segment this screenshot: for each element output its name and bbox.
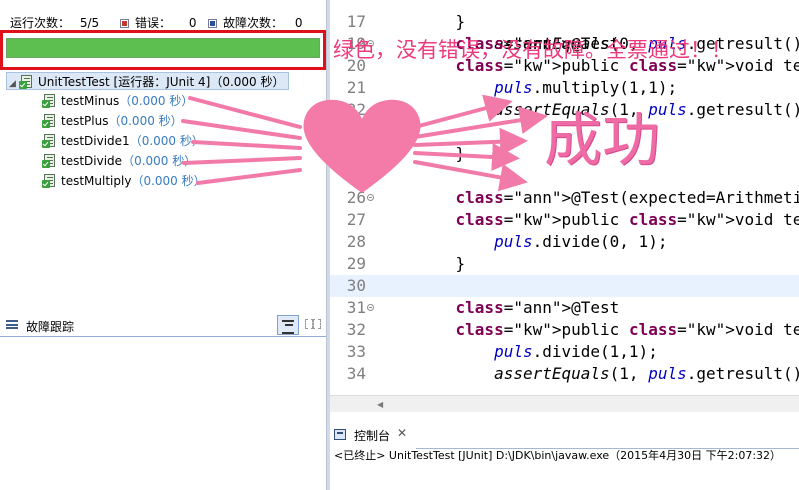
code-line: 21 puls.multiply(1,1);: [330, 77, 799, 99]
line-number: 21: [346, 78, 366, 97]
line-number: 17: [346, 12, 366, 31]
code-line: 30: [330, 275, 799, 297]
errors-value: 0: [188, 16, 197, 30]
test-passed-icon: [42, 174, 56, 188]
tree-item-testplus[interactable]: testPlus（0.000 秒）: [42, 112, 183, 130]
tree-item-testdivide[interactable]: testDivide（0.000 秒）: [42, 152, 196, 170]
tree-root-unittesttest[interactable]: ◢ UnitTestTest [运行器：JUnit 4]（0.000 秒）: [6, 72, 290, 90]
code-text: puls.multiply(1,1);: [494, 78, 678, 97]
test-time: （0.000 秒）: [131, 174, 206, 188]
test-progress-bar: [6, 38, 320, 58]
code-text: }: [417, 12, 466, 31]
console-tab-bar: 控制台 ✕: [330, 421, 799, 449]
line-number: 23: [346, 122, 366, 141]
error-icon: [120, 19, 129, 28]
console-icon: [334, 429, 346, 440]
tab-console[interactable]: 控制台 ✕: [330, 421, 416, 449]
fold-toggle-icon[interactable]: [367, 304, 374, 311]
code-line: 17 }: [330, 11, 799, 33]
code-line: 26 class="ann">@Test(expected=Arithmetic…: [330, 187, 799, 209]
code-text: }: [417, 254, 466, 273]
chevron-down-icon[interactable]: ◢: [9, 79, 19, 89]
line-number: 24: [346, 144, 366, 163]
line-number: 29: [346, 254, 366, 273]
failure-trace-header: 故障跟踪: [0, 312, 326, 336]
code-line: 31 class="ann">@Test: [330, 297, 799, 319]
success-label: 成功: [544, 106, 661, 174]
list-icon: [6, 320, 18, 329]
code-text: }: [417, 144, 466, 163]
filter-stack-trace-button[interactable]: [277, 315, 299, 335]
tree-root-time: （0.000 秒）: [210, 75, 285, 89]
line-number: 31: [346, 298, 366, 317]
code-line: 34 assertEquals(1, puls.getresult());: [330, 363, 799, 385]
test-name: testMinus: [61, 94, 120, 108]
code-text: assertEquals(1, puls.getresult());: [494, 364, 799, 383]
test-name: testPlus: [61, 114, 109, 128]
code-text: class="kw">public class="kw">void testDi…: [455, 320, 799, 339]
progress-highlight-box: [0, 30, 326, 70]
trace-divider: [0, 336, 326, 337]
code-line: 32 class="kw">public class="kw">void tes…: [330, 319, 799, 341]
runs-value: 5/5: [79, 16, 100, 30]
runs-stat: 运行次数： 5/5: [10, 14, 99, 31]
fold-toggle-icon[interactable]: [367, 194, 374, 201]
scroll-left-arrow-icon[interactable]: ◀: [377, 400, 383, 409]
code-text: puls.divide(0, 1);: [494, 232, 668, 251]
code-text: class="kw">public class="kw">void testDi…: [455, 210, 799, 229]
line-number: 28: [346, 232, 366, 251]
console-status-text: <已终止> UnitTestTest [JUnit] D:\JDK\bin\ja…: [334, 449, 782, 462]
console-tab-label: 控制台: [354, 429, 391, 443]
test-passed-icon: [42, 154, 56, 168]
console-view: 控制台 ✕ <已终止> UnitTestTest [JUnit] D:\JDK\…: [330, 412, 799, 490]
code-line: 27 class="kw">public class="kw">void tes…: [330, 209, 799, 231]
line-number: 26: [346, 188, 366, 207]
code-line-partial: assertEquals(0, puls.getresult());: [330, 0, 799, 53]
test-time: （0.000 秒）: [122, 154, 197, 168]
failures-stat: 故障次数： 0: [208, 14, 302, 31]
annotation-banner: 绿色，没有错误，没有故障。全票通过！！: [333, 38, 732, 62]
run-stats-bar: 运行次数： 5/5 错误： 0 故障次数： 0: [0, 11, 326, 31]
runs-label: 运行次数：: [10, 16, 71, 30]
test-time: （0.000 秒）: [119, 94, 194, 108]
test-suite-passed-icon: [19, 75, 33, 89]
line-number: 32: [346, 320, 366, 339]
tree-root-name: UnitTestTest: [38, 75, 110, 89]
line-number: 30: [346, 276, 366, 295]
test-name: testDivide: [61, 154, 123, 168]
tree-item-testdivide1[interactable]: testDivide1（0.000 秒）: [42, 132, 204, 150]
test-name: testMultiply: [61, 174, 132, 188]
line-number: 34: [346, 364, 366, 383]
tree-item-testmultiply[interactable]: testMultiply（0.000 秒）: [42, 172, 206, 190]
close-icon[interactable]: ✕: [397, 426, 407, 440]
errors-stat: 错误： 0: [120, 14, 196, 31]
code-text: puls.divide(1,1);: [494, 342, 658, 361]
failure-icon: [208, 19, 217, 28]
test-passed-icon: [42, 114, 56, 128]
line-number: 33: [346, 342, 366, 361]
tree-item-testminus[interactable]: testMinus（0.000 秒）: [42, 92, 193, 110]
test-name: testDivide1: [61, 134, 130, 148]
test-passed-icon: [42, 134, 56, 148]
line-number: 22: [346, 100, 366, 119]
test-time: （0.000 秒）: [129, 134, 204, 148]
code-text: class="ann">@Test(expected=ArithmeticExc…: [455, 188, 799, 207]
horizontal-scrollbar[interactable]: ◀: [330, 395, 799, 412]
test-time: （0.000 秒）: [108, 114, 183, 128]
code-line: 29 }: [330, 253, 799, 275]
errors-label: 错误：: [135, 16, 172, 30]
code-line: 28 puls.divide(0, 1);: [330, 231, 799, 253]
line-number: 27: [346, 210, 366, 229]
tree-root-runner: [运行器：JUnit 4]: [113, 75, 211, 89]
compare-results-button[interactable]: [302, 315, 324, 335]
code-text: class="ann">@Test: [455, 298, 620, 317]
failure-trace-title: 故障跟踪: [26, 320, 75, 334]
code-line: 33 puls.divide(1,1);: [330, 341, 799, 363]
junit-view: 运行次数： 5/5 错误： 0 故障次数： 0 ◢ UnitTestTest [运…: [0, 0, 326, 490]
line-number: 25: [346, 166, 366, 185]
test-passed-icon: [42, 94, 56, 108]
failures-value: 0: [294, 16, 303, 30]
failures-label: 故障次数：: [223, 16, 284, 30]
